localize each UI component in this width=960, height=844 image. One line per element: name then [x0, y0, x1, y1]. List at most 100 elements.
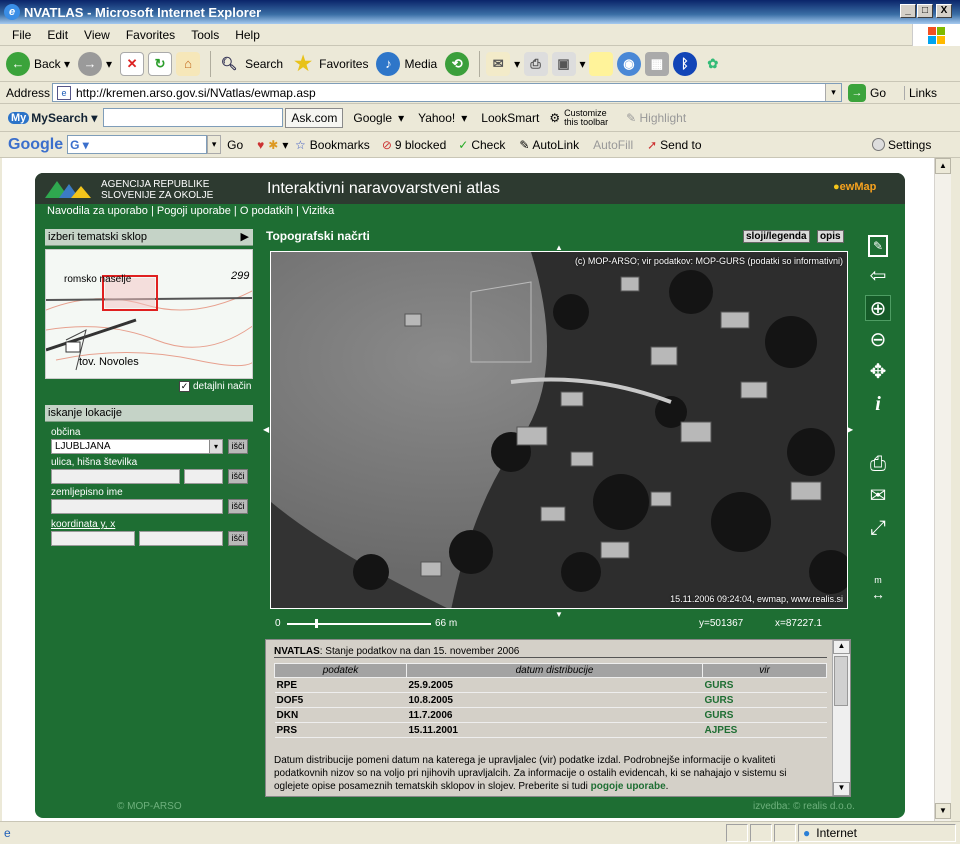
- google-engine-link[interactable]: Google: [353, 111, 392, 125]
- discuss-icon[interactable]: [588, 51, 613, 76]
- messenger-icon[interactable]: ◉: [616, 51, 641, 76]
- column-header: podatek: [274, 663, 407, 678]
- scale-slider-handle[interactable]: [315, 619, 318, 628]
- stop-icon[interactable]: ✕: [120, 51, 145, 76]
- orthophoto-map[interactable]: (c) MOP-ARSO; vir podatkov: MOP-GURS (po…: [270, 251, 848, 609]
- coord-y-input[interactable]: [51, 531, 135, 546]
- info-tool-icon[interactable]: i: [865, 391, 891, 417]
- info-scrollbar[interactable]: ▲ ▼: [832, 640, 850, 796]
- obcina-select[interactable]: LJUBLJANA ▾: [51, 439, 223, 454]
- sendto-button[interactable]: Send to: [660, 138, 701, 152]
- back-button[interactable]: ← Back ▾: [6, 51, 70, 76]
- search-button[interactable]: 🔍︎ Search: [217, 52, 283, 76]
- email-icon[interactable]: ✉: [865, 483, 891, 509]
- coordinate-label[interactable]: koordinata y, x: [51, 519, 115, 530]
- menu-help[interactable]: Help: [227, 28, 268, 42]
- terms-link[interactable]: pogoje uporabe: [591, 781, 666, 792]
- research-icon[interactable]: ▦: [644, 51, 669, 76]
- refresh-icon[interactable]: ↻: [148, 51, 173, 76]
- looksmart-link[interactable]: LookSmart: [481, 111, 539, 125]
- zoom-in-icon[interactable]: ⊕: [865, 295, 891, 321]
- scroll-up-icon[interactable]: ▲: [833, 640, 850, 654]
- fullscreen-icon[interactable]: ⤢: [865, 515, 891, 541]
- overview-map[interactable]: romsko naselje tov. Novoles 299: [45, 249, 253, 379]
- ask-search-input[interactable]: [103, 108, 284, 127]
- scroll-down-icon[interactable]: ▼: [833, 782, 850, 796]
- nav-links[interactable]: Navodila za uporabo | Pogoji uporabe | O…: [47, 205, 334, 217]
- menu-view[interactable]: View: [76, 28, 118, 42]
- yahoo-engine-link[interactable]: Yahoo!: [418, 111, 455, 125]
- highlight-button[interactable]: ✎ Highlight: [626, 111, 686, 125]
- pan-tool-icon[interactable]: ✥: [865, 359, 891, 385]
- place-name-input[interactable]: [51, 499, 223, 514]
- google-dropdown-icon[interactable]: ▾: [207, 135, 222, 154]
- description-button[interactable]: opis: [817, 230, 844, 243]
- search-coord-button[interactable]: išči: [228, 531, 248, 546]
- pan-right-icon[interactable]: ▶: [847, 425, 853, 434]
- scroll-up-icon[interactable]: ▲: [935, 158, 951, 174]
- people-icon[interactable]: ✿: [701, 52, 725, 76]
- maximize-button[interactable]: □: [917, 4, 933, 18]
- ewmap-logo: ●ewMap: [833, 181, 877, 193]
- table-row: DOF5 10.8.2005 GURS: [274, 692, 827, 708]
- search-street-button[interactable]: išči: [228, 469, 248, 484]
- pan-left-icon[interactable]: ◀: [263, 425, 269, 434]
- agency-name: AGENCIJA REPUBLIKE SLOVENIJE ZA OKOLJE: [101, 179, 214, 201]
- measure-icon[interactable]: m ↔: [865, 573, 891, 601]
- house-number-input[interactable]: [184, 469, 223, 484]
- history-icon[interactable]: ⟲: [445, 51, 470, 76]
- puzzle-icon[interactable]: ✱: [268, 138, 278, 152]
- check-button[interactable]: Check: [471, 138, 505, 152]
- scroll-down-icon[interactable]: ▼: [935, 803, 951, 819]
- page-scrollbar[interactable]: ▲ ▼: [934, 158, 951, 821]
- favorites-button[interactable]: ★ Favorites: [291, 52, 368, 76]
- checkbox-checked-icon[interactable]: ✓: [179, 381, 190, 392]
- pan-up-icon[interactable]: ▲: [555, 243, 563, 252]
- detail-mode-toggle[interactable]: ✓ detajlni način: [179, 381, 251, 392]
- bluetooth-icon[interactable]: ᛒ: [672, 51, 697, 76]
- overview-tool-icon[interactable]: ✎: [865, 231, 891, 257]
- settings-button[interactable]: Settings: [872, 138, 931, 152]
- pan-down-icon[interactable]: ▼: [555, 610, 563, 619]
- column-header: datum distribucije: [406, 663, 703, 678]
- go-button[interactable]: → Go: [848, 83, 886, 102]
- mail-icon[interactable]: ✉: [486, 51, 511, 76]
- close-button[interactable]: X: [936, 4, 952, 18]
- street-input[interactable]: [51, 469, 180, 484]
- layers-legend-button[interactable]: sloji/legenda: [743, 230, 810, 243]
- media-button[interactable]: ♪ Media: [376, 51, 437, 76]
- zoom-out-icon[interactable]: ⊖: [865, 327, 891, 353]
- menu-file[interactable]: File: [4, 28, 39, 42]
- print-icon[interactable]: ⎙: [523, 51, 548, 76]
- blocked-popups[interactable]: 9 blocked: [395, 138, 446, 152]
- search-place-button[interactable]: išči: [228, 499, 248, 514]
- map-title: Topografski načrti: [266, 229, 370, 243]
- page-viewport: AGENCIJA REPUBLIKE SLOVENIJE ZA OKOLJE In…: [2, 158, 934, 821]
- menu-favorites[interactable]: Favorites: [118, 28, 183, 42]
- minimize-button[interactable]: _: [900, 4, 916, 18]
- autolink-button[interactable]: AutoLink: [532, 138, 579, 152]
- search-obcina-button[interactable]: išči: [228, 439, 248, 454]
- google-search-input[interactable]: G ▾: [67, 135, 208, 154]
- ask-button[interactable]: Ask.com: [285, 107, 344, 128]
- address-dropdown-icon[interactable]: ▾: [825, 84, 841, 101]
- autofill-button[interactable]: AutoFill: [593, 138, 633, 152]
- pagerank-icon: ♥: [257, 137, 265, 152]
- settings-icon: [872, 138, 885, 151]
- scroll-thumb[interactable]: [834, 656, 848, 706]
- theme-selector[interactable]: izberi tematski sklop ▶: [45, 229, 253, 246]
- window-title: NVATLAS - Microsoft Internet Explorer: [24, 4, 262, 20]
- print-icon[interactable]: ⎙: [865, 451, 891, 477]
- links-button[interactable]: Links: [904, 85, 937, 100]
- address-field[interactable]: e http://kremen.arso.gov.si/NVatlas/ewma…: [52, 83, 842, 102]
- coord-x-input[interactable]: [139, 531, 223, 546]
- customize-toolbar-link[interactable]: Customize this toolbar: [564, 108, 616, 127]
- edit-icon[interactable]: ▣: [551, 51, 576, 76]
- menu-edit[interactable]: Edit: [39, 28, 76, 42]
- back-view-icon[interactable]: ⇦: [865, 263, 891, 289]
- home-icon[interactable]: ⌂: [176, 51, 201, 76]
- forward-button[interactable]: → ▾: [78, 51, 112, 76]
- google-go-button[interactable]: Go: [227, 138, 243, 152]
- menu-tools[interactable]: Tools: [183, 28, 227, 42]
- bookmarks-button[interactable]: Bookmarks: [310, 138, 370, 152]
